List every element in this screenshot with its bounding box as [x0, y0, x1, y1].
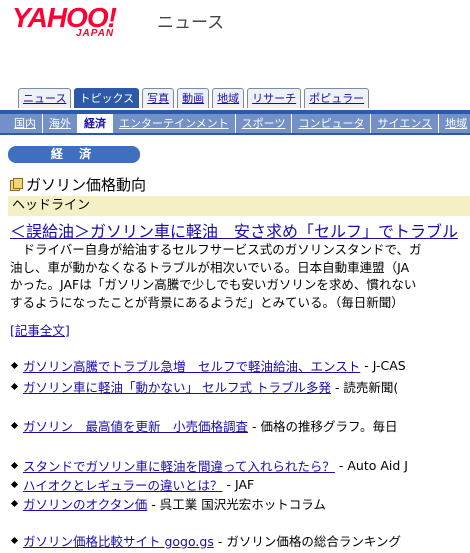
- link-source: - 読売新聞(: [334, 380, 399, 395]
- related-link[interactable]: ガソリン価格比較サイト gogo.gs: [23, 531, 214, 550]
- tab-entertainment[interactable]: エンターテインメント: [113, 114, 236, 133]
- bullet-icon: [10, 461, 19, 470]
- tab-photos[interactable]: 写真: [142, 88, 175, 108]
- link-source: - 価格の推移グラフ。毎日: [252, 419, 398, 434]
- article-line: 油し、車が動かなくなるトラブルが相次いでいる。日本自動車連盟（JA: [10, 259, 410, 275]
- list-item: スタンドでガソリン車に軽油を間違って入れられたら？ - Auto Aid J: [10, 456, 408, 475]
- tab-popular[interactable]: ポピュラー: [304, 88, 370, 108]
- section-label: 経 済: [8, 146, 140, 163]
- related-link[interactable]: ハイオクとレギュラーの違いとは？: [23, 475, 223, 494]
- link-source: - Auto Aid J: [338, 458, 408, 473]
- bullet-icon: [10, 499, 19, 508]
- tab-research[interactable]: リサーチ: [247, 88, 302, 108]
- link-source: - ガソリン価格の総合ランキング: [217, 534, 401, 549]
- topic-header: ガソリン価格動向: [10, 174, 146, 195]
- list-item: ハイオクとレギュラーの違いとは？ - JAF: [10, 475, 254, 494]
- tab-news[interactable]: ニュース: [18, 88, 72, 108]
- bullet-icon: [10, 421, 19, 430]
- tab-topics[interactable]: トピックス: [74, 88, 140, 108]
- headline-header: ヘッドライン: [8, 196, 470, 216]
- tab-video[interactable]: 動画: [177, 88, 210, 108]
- logo-sub: JAPAN: [76, 28, 115, 39]
- tab-computer[interactable]: コンピュータ: [292, 114, 372, 133]
- bullet-icon: [10, 480, 19, 489]
- article-summary: ドライバー自身が給油するセルフサービス式のガソリンスタンドで、ガ 油し、車が動か…: [10, 241, 470, 311]
- related-link[interactable]: ガソリン高騰でトラブル急増 セルフで軽油給油、エンスト: [23, 356, 360, 375]
- tab-local[interactable]: 地域: [439, 114, 470, 133]
- yahoo-logo[interactable]: YAHOO! JAPAN: [12, 2, 162, 40]
- related-link[interactable]: スタンドでガソリン車に軽油を間違って入れられたら？: [23, 456, 335, 475]
- full-article-link[interactable]: [記事全文]: [10, 320, 70, 339]
- bullet-icon: [10, 361, 19, 370]
- link-source: - JAF: [226, 477, 255, 492]
- service-name: ニュース: [157, 13, 225, 33]
- list-item: ガソリン高騰でトラブル急増 セルフで軽油給油、エンスト - J-CAS: [10, 356, 406, 375]
- category-tabs: 国内 海外 経済 エンターテインメント スポーツ コンピュータ サイエンス 地域: [0, 114, 470, 133]
- article-line: するようになったことが背景にあるようだ」とみている。（毎日新聞）: [10, 294, 404, 310]
- list-item: ガソリン価格比較サイト gogo.gs - ガソリン価格の総合ランキング: [10, 531, 401, 550]
- bullet-icon: [10, 382, 19, 391]
- main-article-link[interactable]: ＜誤給油＞ガソリン車に軽油 安さ求め「セルフ」でトラブル: [10, 218, 458, 242]
- article-line: かった。JAFは「ガソリン高騰で少しでも安いガソリンを求め、慣れない: [10, 277, 417, 293]
- category-tab-bar: [0, 133, 470, 135]
- related-link[interactable]: ガソリン車に軽油「動かない」 セルフ式 トラブル多発: [23, 377, 331, 396]
- tab-sports[interactable]: スポーツ: [236, 114, 293, 133]
- topic-title: ガソリン価格動向: [26, 176, 147, 194]
- document-icon: [10, 178, 23, 191]
- list-item: ガソリン車に軽油「動かない」 セルフ式 トラブル多発 - 読売新聞(: [10, 377, 398, 396]
- bullet-icon: [10, 536, 19, 545]
- tab-science[interactable]: サイエンス: [371, 114, 440, 133]
- tab-world[interactable]: 海外: [43, 114, 78, 133]
- link-source: - 呉工業 国沢光宏ホットコラム: [151, 497, 326, 512]
- related-link[interactable]: ガソリン 最高値を更新 小売価格調査: [23, 416, 248, 435]
- primary-tabs: ニュース トピックス 写真 動画 地域 リサーチ ポピュラー: [18, 88, 370, 109]
- tab-region[interactable]: 地域: [212, 88, 245, 108]
- tab-domestic[interactable]: 国内: [0, 114, 43, 133]
- related-link[interactable]: ガソリンのオクタン価: [23, 494, 147, 513]
- tab-economy[interactable]: 経済: [78, 114, 113, 133]
- article-line: ドライバー自身が給油するセルフサービス式のガソリンスタンドで、ガ: [10, 242, 422, 257]
- list-item: ガソリンのオクタン価 - 呉工業 国沢光宏ホットコラム: [10, 494, 326, 513]
- link-source: - J-CAS: [364, 358, 406, 373]
- list-item: ガソリン 最高値を更新 小売価格調査 - 価格の推移グラフ。毎日: [10, 416, 398, 435]
